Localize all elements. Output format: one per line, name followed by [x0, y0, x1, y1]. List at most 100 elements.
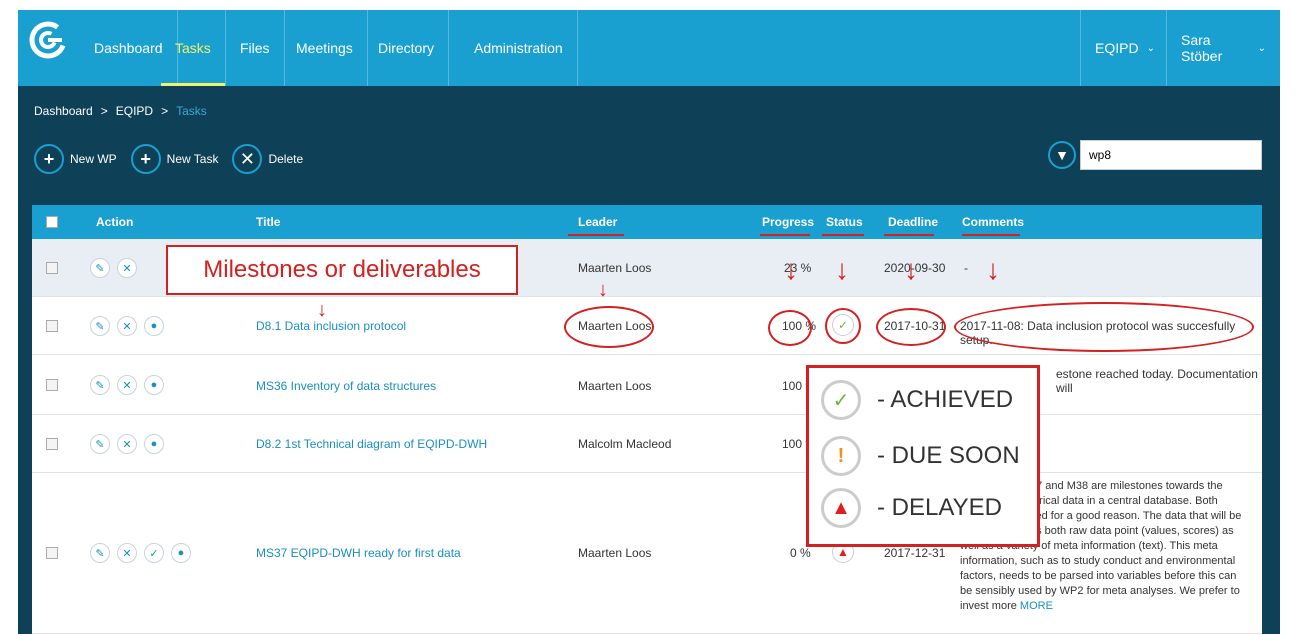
table-row[interactable]: ✎ ✕ ● MS36 Inventory of data structures …	[32, 355, 1262, 415]
header-deadline[interactable]: Deadline	[888, 215, 938, 229]
filter-input[interactable]	[1080, 140, 1262, 170]
plus-icon: +	[130, 144, 161, 174]
header-status[interactable]: Status	[826, 215, 863, 229]
table-row[interactable]: ✎ ✕ ✓ ● MS37 EQIPD-DWH ready for first d…	[32, 473, 1262, 634]
filter-icon[interactable]: ▼	[1048, 141, 1076, 169]
deadline-ellipse	[876, 308, 946, 346]
comment-line: information, such as to study conduct an…	[960, 555, 1236, 567]
breadcrumb: Dashboard > EQIPD > Tasks	[34, 104, 207, 118]
title-link[interactable]: D8.2 1st Technical diagram of EQIPD-DWH	[256, 437, 487, 451]
milestones-annotation: Milestones or deliverables	[166, 245, 518, 295]
delete-icon[interactable]: ✕	[117, 543, 137, 563]
breadcrumb-separator: >	[100, 104, 108, 118]
header-leader[interactable]: Leader	[578, 215, 617, 229]
new-wp-label: New WP	[70, 152, 117, 166]
row-actions: ✎ ✕ ●	[90, 316, 171, 336]
delete-icon[interactable]: ✕	[117, 316, 137, 336]
delete-icon[interactable]: ✕	[117, 375, 137, 395]
arrow-down-icon: ↓	[317, 299, 327, 321]
edit-icon[interactable]: ✎	[90, 434, 110, 454]
more-link[interactable]: MORE	[1020, 600, 1053, 612]
new-task-label: New Task	[166, 152, 219, 166]
row-checkbox[interactable]	[46, 547, 58, 559]
edit-icon[interactable]: ✎	[90, 543, 110, 563]
breadcrumb-separator: >	[161, 104, 169, 118]
check-icon: ✓	[821, 380, 861, 420]
comment-last-line: invest more MORE	[960, 599, 1250, 614]
exclamation-icon: !	[821, 436, 861, 476]
row-checkbox[interactable]	[46, 438, 58, 450]
delete-button[interactable]: ✕ Delete	[232, 144, 303, 174]
arrow-down-icon: ↓	[986, 254, 1000, 285]
row-actions: ✎ ✕ ●	[90, 375, 171, 395]
row-checkbox[interactable]	[46, 262, 58, 274]
user-name: Sara Stöber	[1181, 32, 1223, 64]
app-logo[interactable]	[28, 20, 68, 60]
arrow-down-icon: ↓	[598, 279, 608, 301]
comment-icon[interactable]: ●	[144, 316, 164, 336]
comment-cell: estone reached today. Documentation will	[1056, 367, 1258, 395]
main-nav: Dashboard Tasks Files Meetings Directory…	[18, 10, 1280, 86]
nav-directory[interactable]: Directory	[364, 10, 450, 86]
leader-cell: Maarten Loos	[578, 546, 652, 560]
progress-underline	[760, 234, 810, 236]
top-bar: Dashboard Tasks Files Meetings Directory…	[0, 0, 1298, 88]
deadline-underline	[884, 234, 934, 236]
nav-tasks[interactable]: Tasks	[161, 10, 226, 86]
comment-icon[interactable]: ●	[144, 434, 164, 454]
close-icon: ✕	[232, 144, 263, 174]
delete-icon[interactable]: ✕	[117, 434, 137, 454]
comments-underline	[962, 234, 1020, 236]
row-checkbox[interactable]	[46, 379, 58, 391]
new-task-button[interactable]: + New Task	[130, 144, 219, 174]
table-header: Action Title Leader Progress Status Dead…	[32, 205, 1262, 239]
edit-icon[interactable]: ✎	[90, 258, 110, 278]
edit-icon[interactable]: ✎	[90, 375, 110, 395]
check-icon[interactable]: ✓	[144, 543, 164, 563]
title-link[interactable]: D8.1 Data inclusion protocol	[256, 319, 406, 333]
new-wp-button[interactable]: + New WP	[34, 144, 117, 174]
toolbar: + New WP + New Task ✕ Delete	[34, 144, 317, 174]
table-row[interactable]: ✎ ✕ ● D8.2 1st Technical diagram of EQIP…	[32, 415, 1262, 473]
leader-underline	[568, 234, 624, 236]
edit-icon[interactable]: ✎	[90, 316, 110, 336]
legend-achieved: ✓ - ACHIEVED	[821, 380, 1013, 420]
legend-label: - DELAYED	[877, 494, 1002, 521]
comment-text: invest more	[960, 600, 1017, 612]
title-link[interactable]: MS37 EQIPD-DWH ready for first data	[256, 546, 461, 560]
content-area: Dashboard > EQIPD > Tasks + New WP + New Tas…	[18, 86, 1280, 634]
nav-files[interactable]: Files	[226, 10, 285, 86]
project-selector[interactable]: EQIPD ⌄	[1080, 10, 1169, 86]
comment-cell: -	[964, 261, 968, 275]
comment-ellipse	[954, 302, 1254, 352]
header-title[interactable]: Title	[256, 215, 280, 229]
bell-icon: ▲	[821, 488, 861, 528]
comment-icon[interactable]: ●	[171, 543, 191, 563]
legend-delayed: ▲ - DELAYED	[821, 488, 1002, 528]
user-menu[interactable]: Sara Stöber ⌄	[1166, 10, 1280, 86]
delete-icon[interactable]: ✕	[117, 258, 137, 278]
plus-icon: +	[34, 144, 64, 174]
header-comments[interactable]: Comments	[962, 215, 1024, 229]
row-checkbox[interactable]	[46, 320, 58, 332]
leader-cell: Maarten Loos	[578, 261, 652, 275]
delete-label: Delete	[268, 152, 304, 166]
nav-meetings[interactable]: Meetings	[282, 10, 368, 86]
status-underline	[822, 234, 864, 236]
comment-icon[interactable]: ●	[144, 375, 164, 395]
project-name: EQIPD	[1095, 40, 1139, 56]
select-all-checkbox[interactable]	[46, 216, 58, 228]
breadcrumb-eqipd[interactable]: EQIPD	[116, 104, 153, 118]
nav-administration[interactable]: Administration	[460, 10, 578, 86]
row-actions: ✎ ✕ ●	[90, 434, 171, 454]
header-progress[interactable]: Progress	[762, 215, 814, 229]
legend-label: - DUE SOON	[877, 442, 1020, 469]
filter-bar: ▼	[1048, 140, 1262, 170]
title-link[interactable]: MS36 Inventory of data structures	[256, 379, 436, 393]
leader-cell: Maarten Loos	[578, 379, 652, 393]
breadcrumb-dashboard[interactable]: Dashboard	[34, 104, 93, 118]
arrow-down-icon: ↓	[835, 254, 849, 285]
leader-cell: Malcolm Macleod	[578, 437, 672, 451]
comment-line: factors, needs to be parsed into variabl…	[960, 570, 1237, 582]
chevron-down-icon: ⌄	[1146, 42, 1155, 54]
